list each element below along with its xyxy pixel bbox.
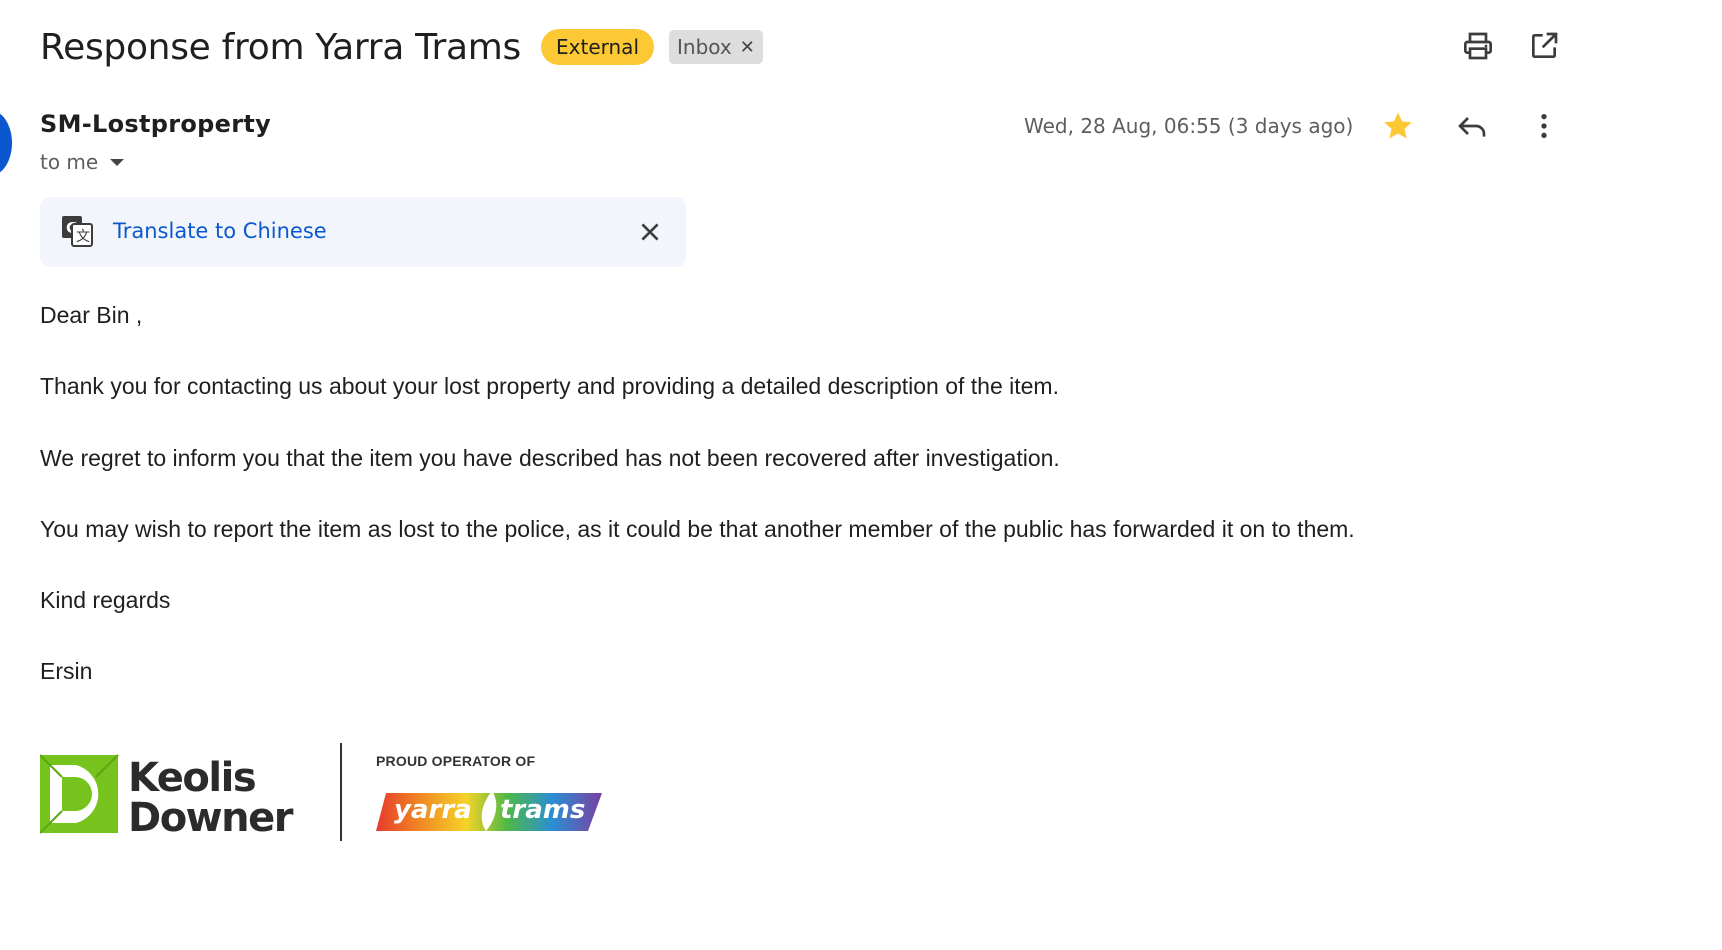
google-translate-icon: G 文	[62, 216, 93, 247]
proud-operator-text: PROUD OPERATOR OF	[376, 753, 536, 769]
open-in-new-icon	[1532, 32, 1558, 58]
reply-button[interactable]	[1452, 106, 1492, 146]
star-button[interactable]	[1378, 106, 1418, 146]
close-x-icon[interactable]: ✕	[740, 37, 755, 58]
recipient-text: to me	[40, 150, 99, 174]
chevron-down-icon[interactable]	[110, 158, 125, 166]
more-options-button[interactable]	[1524, 106, 1564, 146]
email-signoff: Ersin	[40, 658, 93, 684]
email-paragraph-1: Thank you for contacting us about your l…	[40, 373, 1059, 399]
reply-icon	[1458, 117, 1486, 137]
email-view: Response from Yarra Trams External Inbox…	[0, 0, 1722, 950]
label-inbox[interactable]: Inbox ✕	[669, 30, 763, 64]
label-inbox-text: Inbox	[677, 35, 732, 59]
translate-link[interactable]: Translate to Chinese	[113, 219, 327, 243]
signature-divider	[340, 743, 342, 841]
svg-text:trams: trams	[500, 795, 585, 825]
email-subject: Response from Yarra Trams	[40, 26, 522, 68]
message-date: Wed, 28 Aug, 06:55 (3 days ago)	[1024, 114, 1354, 138]
subject-row: Response from Yarra Trams External Inbox…	[40, 22, 763, 72]
keolis-downer-logo: Keolis Downer	[40, 754, 295, 837]
svg-text:文: 文	[76, 229, 90, 245]
email-paragraph-2: We regret to inform you that the item yo…	[40, 445, 1060, 471]
open-in-new-window-button[interactable]	[1524, 26, 1564, 66]
recipient-line: to me	[40, 150, 125, 174]
translate-bar: G 文 Translate to Chinese	[40, 197, 686, 267]
close-icon	[641, 223, 659, 241]
email-paragraph-3: You may wish to report the item as lost …	[40, 516, 1355, 542]
print-button[interactable]	[1458, 26, 1498, 66]
email-closing: Kind regards	[40, 587, 171, 613]
svg-text:Downer: Downer	[128, 795, 294, 837]
yarra-trams-logo: yarra trams	[376, 791, 602, 831]
label-external: External	[541, 29, 654, 65]
email-greeting: Dear Bin ,	[40, 302, 143, 328]
svg-text:yarra: yarra	[394, 795, 472, 825]
star-icon	[1384, 112, 1412, 139]
avatar[interactable]	[0, 110, 12, 176]
translate-close-button[interactable]	[630, 212, 670, 252]
sender-name[interactable]: SM-Lostproperty	[40, 110, 271, 138]
more-vertical-icon	[1541, 114, 1547, 138]
print-icon	[1464, 32, 1492, 60]
